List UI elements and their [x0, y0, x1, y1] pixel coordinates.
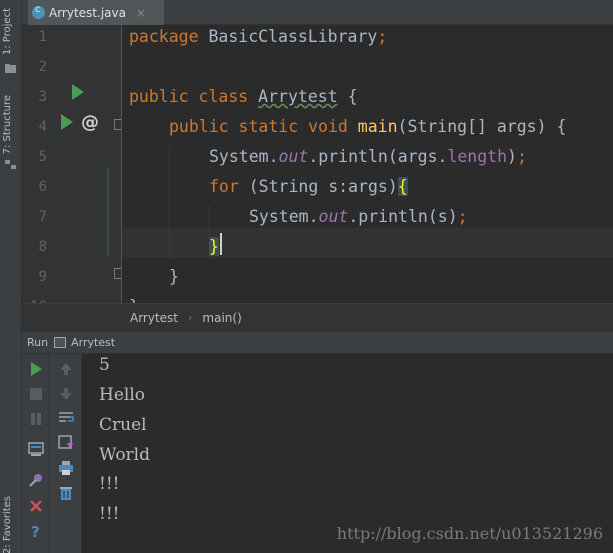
code-line-5: System.out.println(args.length); — [209, 147, 527, 166]
soft-wrap-icon[interactable] — [58, 410, 74, 426]
line-number: 4 — [38, 119, 47, 135]
code-editor[interactable]: package BasicClassLibrary; public class … — [122, 25, 613, 303]
close-tab-icon[interactable]: × — [136, 6, 146, 20]
file-tab-label: Arrytest.java — [49, 5, 126, 20]
watermark-url: http://blog.csdn.net/u013521296 — [336, 524, 603, 543]
run-panel-header: Run Arrytest — [22, 332, 613, 354]
run-panel-title: Run — [27, 336, 49, 349]
code-line-4: public static void main(String[] args) { — [169, 117, 567, 136]
file-tab-arrytest[interactable]: Arrytest.java × — [28, 0, 164, 25]
pin-tab-icon[interactable] — [28, 472, 44, 488]
code-line-9: } — [169, 267, 179, 286]
scroll-to-end-icon[interactable] — [58, 435, 74, 451]
project-folder-icon — [5, 64, 16, 73]
code-line-6: for (String s:args){ — [209, 177, 408, 196]
stop-icon[interactable] — [28, 386, 44, 402]
line-number: 6 — [38, 179, 47, 195]
text-caret — [220, 233, 222, 255]
line-number: 7 — [38, 209, 47, 225]
console-line: World — [99, 445, 150, 465]
structure-tool-tab[interactable]: 7: Structure — [2, 95, 20, 154]
down-arrow-icon[interactable] — [58, 386, 74, 402]
line-number: 5 — [38, 149, 47, 165]
run-class-icon[interactable] — [72, 84, 84, 100]
console-line: !!! — [99, 474, 120, 494]
console-line: Cruel — [99, 415, 147, 435]
clear-all-icon[interactable] — [58, 485, 74, 501]
console-line: 5 — [99, 355, 110, 375]
line-number: 1 — [38, 29, 47, 45]
run-toolbar-secondary — [50, 354, 82, 553]
run-main-icon[interactable] — [61, 114, 73, 130]
run-config-icon — [54, 337, 67, 348]
project-tool-tab[interactable]: 1: Project — [2, 8, 20, 55]
run-toolbar-primary: ? — [22, 354, 50, 553]
code-line-8: } — [209, 237, 219, 256]
code-line-1: package BasicClassLibrary; — [129, 27, 388, 46]
breadcrumb-method[interactable]: main() — [202, 311, 241, 325]
breadcrumb: Arrytest › main() — [22, 303, 613, 332]
editor-gutter: 1 2 3 4 5 6 7 8 9 10 @ — [22, 25, 123, 303]
svg-text:?: ? — [31, 523, 40, 539]
console-output[interactable]: 5 Hello Cruel World !!! !!! http://blog.… — [82, 354, 613, 553]
help-icon[interactable]: ? — [28, 523, 44, 539]
up-arrow-icon[interactable] — [58, 361, 74, 377]
rerun-icon[interactable] — [28, 361, 44, 377]
code-line-10: } — [129, 292, 139, 303]
breadcrumb-class[interactable]: Arrytest — [130, 311, 178, 325]
close-run-icon[interactable] — [28, 498, 44, 514]
line-number: 2 — [38, 59, 47, 75]
run-config-tab[interactable]: Arrytest — [71, 336, 115, 349]
console-line: Hello — [99, 385, 145, 405]
indent-guide — [169, 145, 170, 260]
code-line-3: public class Arrytest { — [129, 87, 358, 106]
line-number: 8 — [38, 239, 47, 255]
java-class-icon — [32, 4, 45, 19]
override-annotation-icon[interactable]: @ — [81, 112, 103, 134]
breadcrumb-separator: › — [188, 311, 193, 324]
editor-tab-bar: Arrytest.java × — [22, 0, 613, 25]
print-icon[interactable] — [58, 460, 74, 476]
dump-threads-icon[interactable] — [28, 441, 44, 457]
pause-icon[interactable] — [28, 411, 44, 427]
current-line-highlight — [122, 228, 613, 258]
favorites-tool-tab[interactable]: 2: Favorites — [2, 496, 20, 553]
code-line-7: System.out.println(s); — [249, 207, 468, 226]
console-line: !!! — [99, 504, 120, 524]
line-number: 10 — [22, 295, 47, 303]
left-tool-strip: 1: Project 7: Structure 2: Favorites — [0, 0, 22, 553]
vcs-change-marker[interactable] — [107, 168, 109, 256]
line-number: 3 — [38, 89, 47, 105]
line-number: 9 — [38, 269, 47, 285]
structure-icon — [5, 160, 16, 169]
